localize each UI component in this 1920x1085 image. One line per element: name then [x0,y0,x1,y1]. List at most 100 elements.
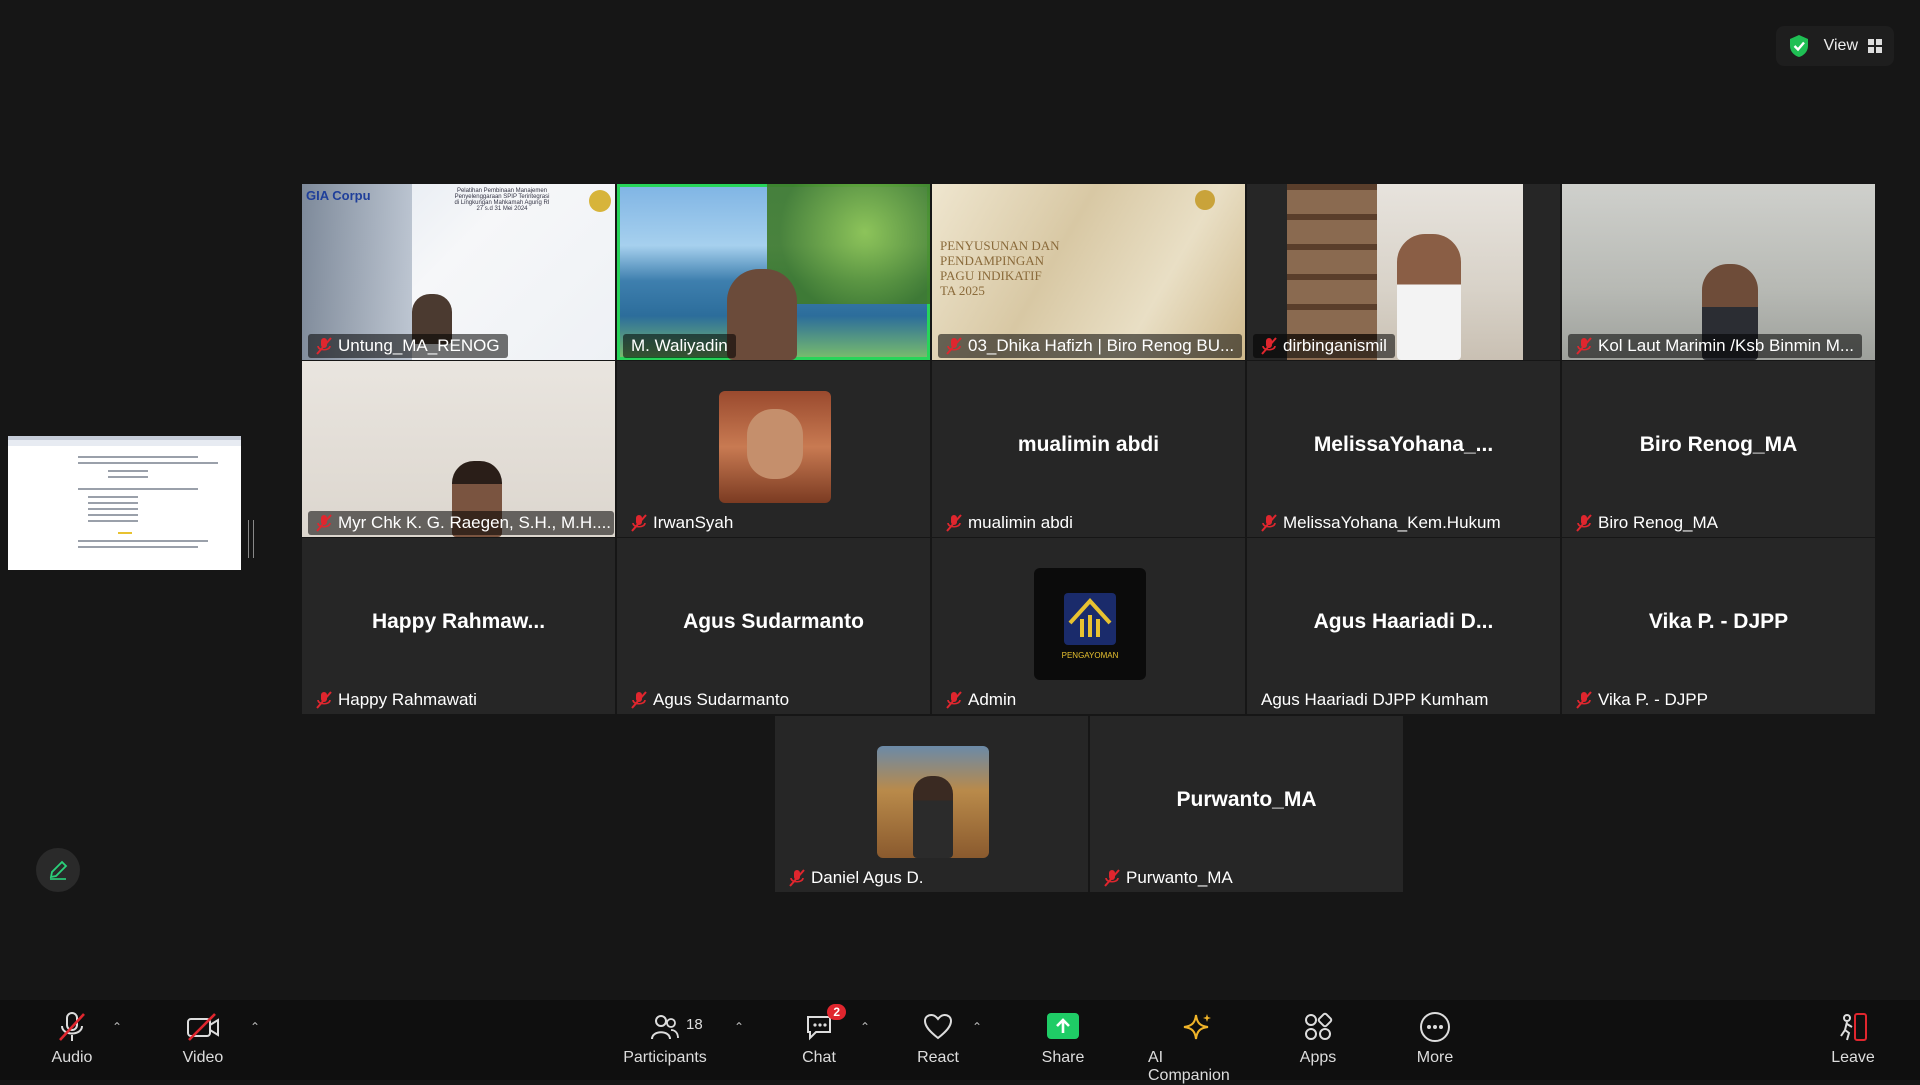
participant-name: Agus Sudarmanto [623,688,797,712]
participant-name: 03_Dhika Hafizh | Biro Renog BU... [938,334,1243,358]
participant-tile[interactable]: mualimin abdi mualimin abdi [932,361,1245,537]
security-shield-icon[interactable] [1788,34,1810,58]
avatar [719,391,831,503]
pencil-icon [49,860,68,880]
apps-icon [1305,1012,1333,1040]
participant-name: Purwanto_MA [1096,866,1241,890]
react-button[interactable]: React [888,1010,988,1067]
pengayoman-logo: PENGAYOMAN [1034,568,1146,680]
participant-name: IrwanSyah [623,511,741,535]
person-video [1397,234,1461,360]
pengayoman-emblem-icon [1064,592,1116,645]
participant-name: Biro Renog_MA [1568,511,1726,535]
view-grid-icon [1868,39,1882,53]
emblem-icon [589,190,611,212]
participant-tile[interactable]: Biro Renog_MA Biro Renog_MA [1562,361,1875,537]
share-button[interactable]: Share [1013,1010,1113,1067]
more-icon [1420,1012,1450,1042]
participant-tile[interactable]: Kol Laut Marimin /Ksb Binmin M... [1562,184,1875,360]
participant-tile-active-speaker[interactable]: M. Waliyadin [617,184,930,360]
mic-muted-icon [631,514,647,532]
meeting-toolbar: Audio ⌃ Video ⌃ 18 Participants ⌃ 2 Chat… [0,1000,1920,1084]
mic-muted-icon [316,514,332,532]
react-options-caret[interactable]: ⌃ [970,1020,984,1034]
participants-options-caret[interactable]: ⌃ [732,1020,746,1034]
participant-display-name: Agus Sudarmanto [683,610,864,633]
leave-button[interactable]: Leave [1803,1010,1903,1067]
mic-muted-icon [946,691,962,709]
thumbnail-resize-handle[interactable] [248,520,254,558]
leave-icon [1840,1013,1867,1041]
ai-companion-button[interactable]: AI Companion [1148,1010,1248,1085]
participant-name: mualimin abdi [938,511,1081,535]
participant-display-name: Biro Renog_MA [1639,433,1798,456]
participant-name: MelissaYohana_Kem.Hukum [1253,511,1509,535]
mic-muted-icon [316,337,332,355]
participant-name: Agus Haariadi DJPP Kumham [1261,690,1489,709]
participant-tile[interactable]: Daniel Agus D. [775,716,1088,892]
audio-options-caret[interactable]: ⌃ [110,1020,124,1034]
emblem-icon [1195,190,1215,210]
slide-title: PENYUSUNAN DAN PENDAMPINGAN PAGU INDIKATIF… [940,238,1060,298]
mic-muted-icon [1104,869,1120,887]
sparkle-icon [1183,1014,1211,1040]
view-label: View [1823,37,1858,54]
participant-name: Kol Laut Marimin /Ksb Binmin M... [1568,334,1863,358]
shared-screen-thumbnail[interactable] [8,436,241,570]
mic-muted-icon [316,691,332,709]
participant-tile[interactable]: Agus Haariadi D... Agus Haariadi DJPP Ku… [1247,538,1560,714]
view-button[interactable]: View [1824,37,1882,55]
participants-count: 18 [686,1016,703,1033]
participant-name: Admin [938,688,1024,712]
chat-options-caret[interactable]: ⌃ [858,1020,872,1034]
participant-display-name: Vika P. - DJPP [1648,610,1789,633]
mic-muted-icon [59,1012,85,1041]
mic-muted-icon [789,869,805,887]
avatar [877,746,989,858]
participant-name: Untung_MA_RENOG [308,334,508,358]
participant-name: M. Waliyadin [623,334,736,358]
video-options-caret[interactable]: ⌃ [248,1020,262,1034]
participants-icon [651,1015,679,1040]
participant-tile[interactable]: Happy Rahmaw... Happy Rahmawati [302,538,615,714]
participant-tile[interactable]: Agus Sudarmanto Agus Sudarmanto [617,538,930,714]
participant-tile[interactable]: MelissaYohana_... MelissaYohana_Kem.Huku… [1247,361,1560,537]
video-off-icon [187,1013,219,1041]
mic-muted-icon [1261,337,1277,355]
participant-tile[interactable]: Myr Chk K. G. Raegen, S.H., M.H.... [302,361,615,537]
share-screen-icon [1047,1013,1079,1039]
mic-muted-icon [1261,514,1277,532]
participant-tile[interactable]: IrwanSyah [617,361,930,537]
participants-button[interactable]: 18 Participants [615,1010,715,1067]
participant-display-name: MelissaYohana_... [1313,433,1494,456]
mic-muted-icon [1576,691,1592,709]
annotate-button[interactable] [36,848,80,892]
apps-button[interactable]: Apps [1268,1010,1368,1067]
participant-tile[interactable]: PENYUSUNAN DAN PENDAMPINGAN PAGU INDIKATIF… [932,184,1245,360]
mic-muted-icon [946,337,962,355]
chat-button[interactable]: 2 Chat [769,1004,869,1067]
audio-button[interactable]: Audio [22,1010,122,1067]
person-video [727,269,797,360]
participant-tile[interactable]: Vika P. - DJPP Vika P. - DJPP [1562,538,1875,714]
slide-brand: GIA Corpu [306,188,371,203]
mic-muted-icon [631,691,647,709]
participant-display-name: mualimin abdi [1017,433,1160,456]
participant-tile[interactable]: GIA Corpu Pelatihan Pembinaan Manajemen P… [302,184,615,360]
top-controls: View [1775,26,1894,66]
participant-tile[interactable]: dirbinganismil [1247,184,1560,360]
participant-tile[interactable]: PENGAYOMAN Admin [932,538,1245,714]
chat-unread-badge: 2 [827,1004,846,1020]
participant-name: Vika P. - DJPP [1568,688,1716,712]
mic-muted-icon [1576,514,1592,532]
participant-tile[interactable]: Purwanto_MA Purwanto_MA [1090,716,1403,892]
video-button[interactable]: Video [153,1010,253,1067]
participant-display-name: Happy Rahmaw... [371,610,546,633]
participant-name: dirbinganismil [1253,334,1395,358]
participant-display-name: Agus Haariadi D... [1313,610,1494,633]
mic-muted-icon [1576,337,1592,355]
participant-name: Happy Rahmawati [308,688,485,712]
participant-name: Daniel Agus D. [781,866,931,890]
more-button[interactable]: More [1385,1010,1485,1067]
participant-display-name: Purwanto_MA [1176,788,1317,811]
